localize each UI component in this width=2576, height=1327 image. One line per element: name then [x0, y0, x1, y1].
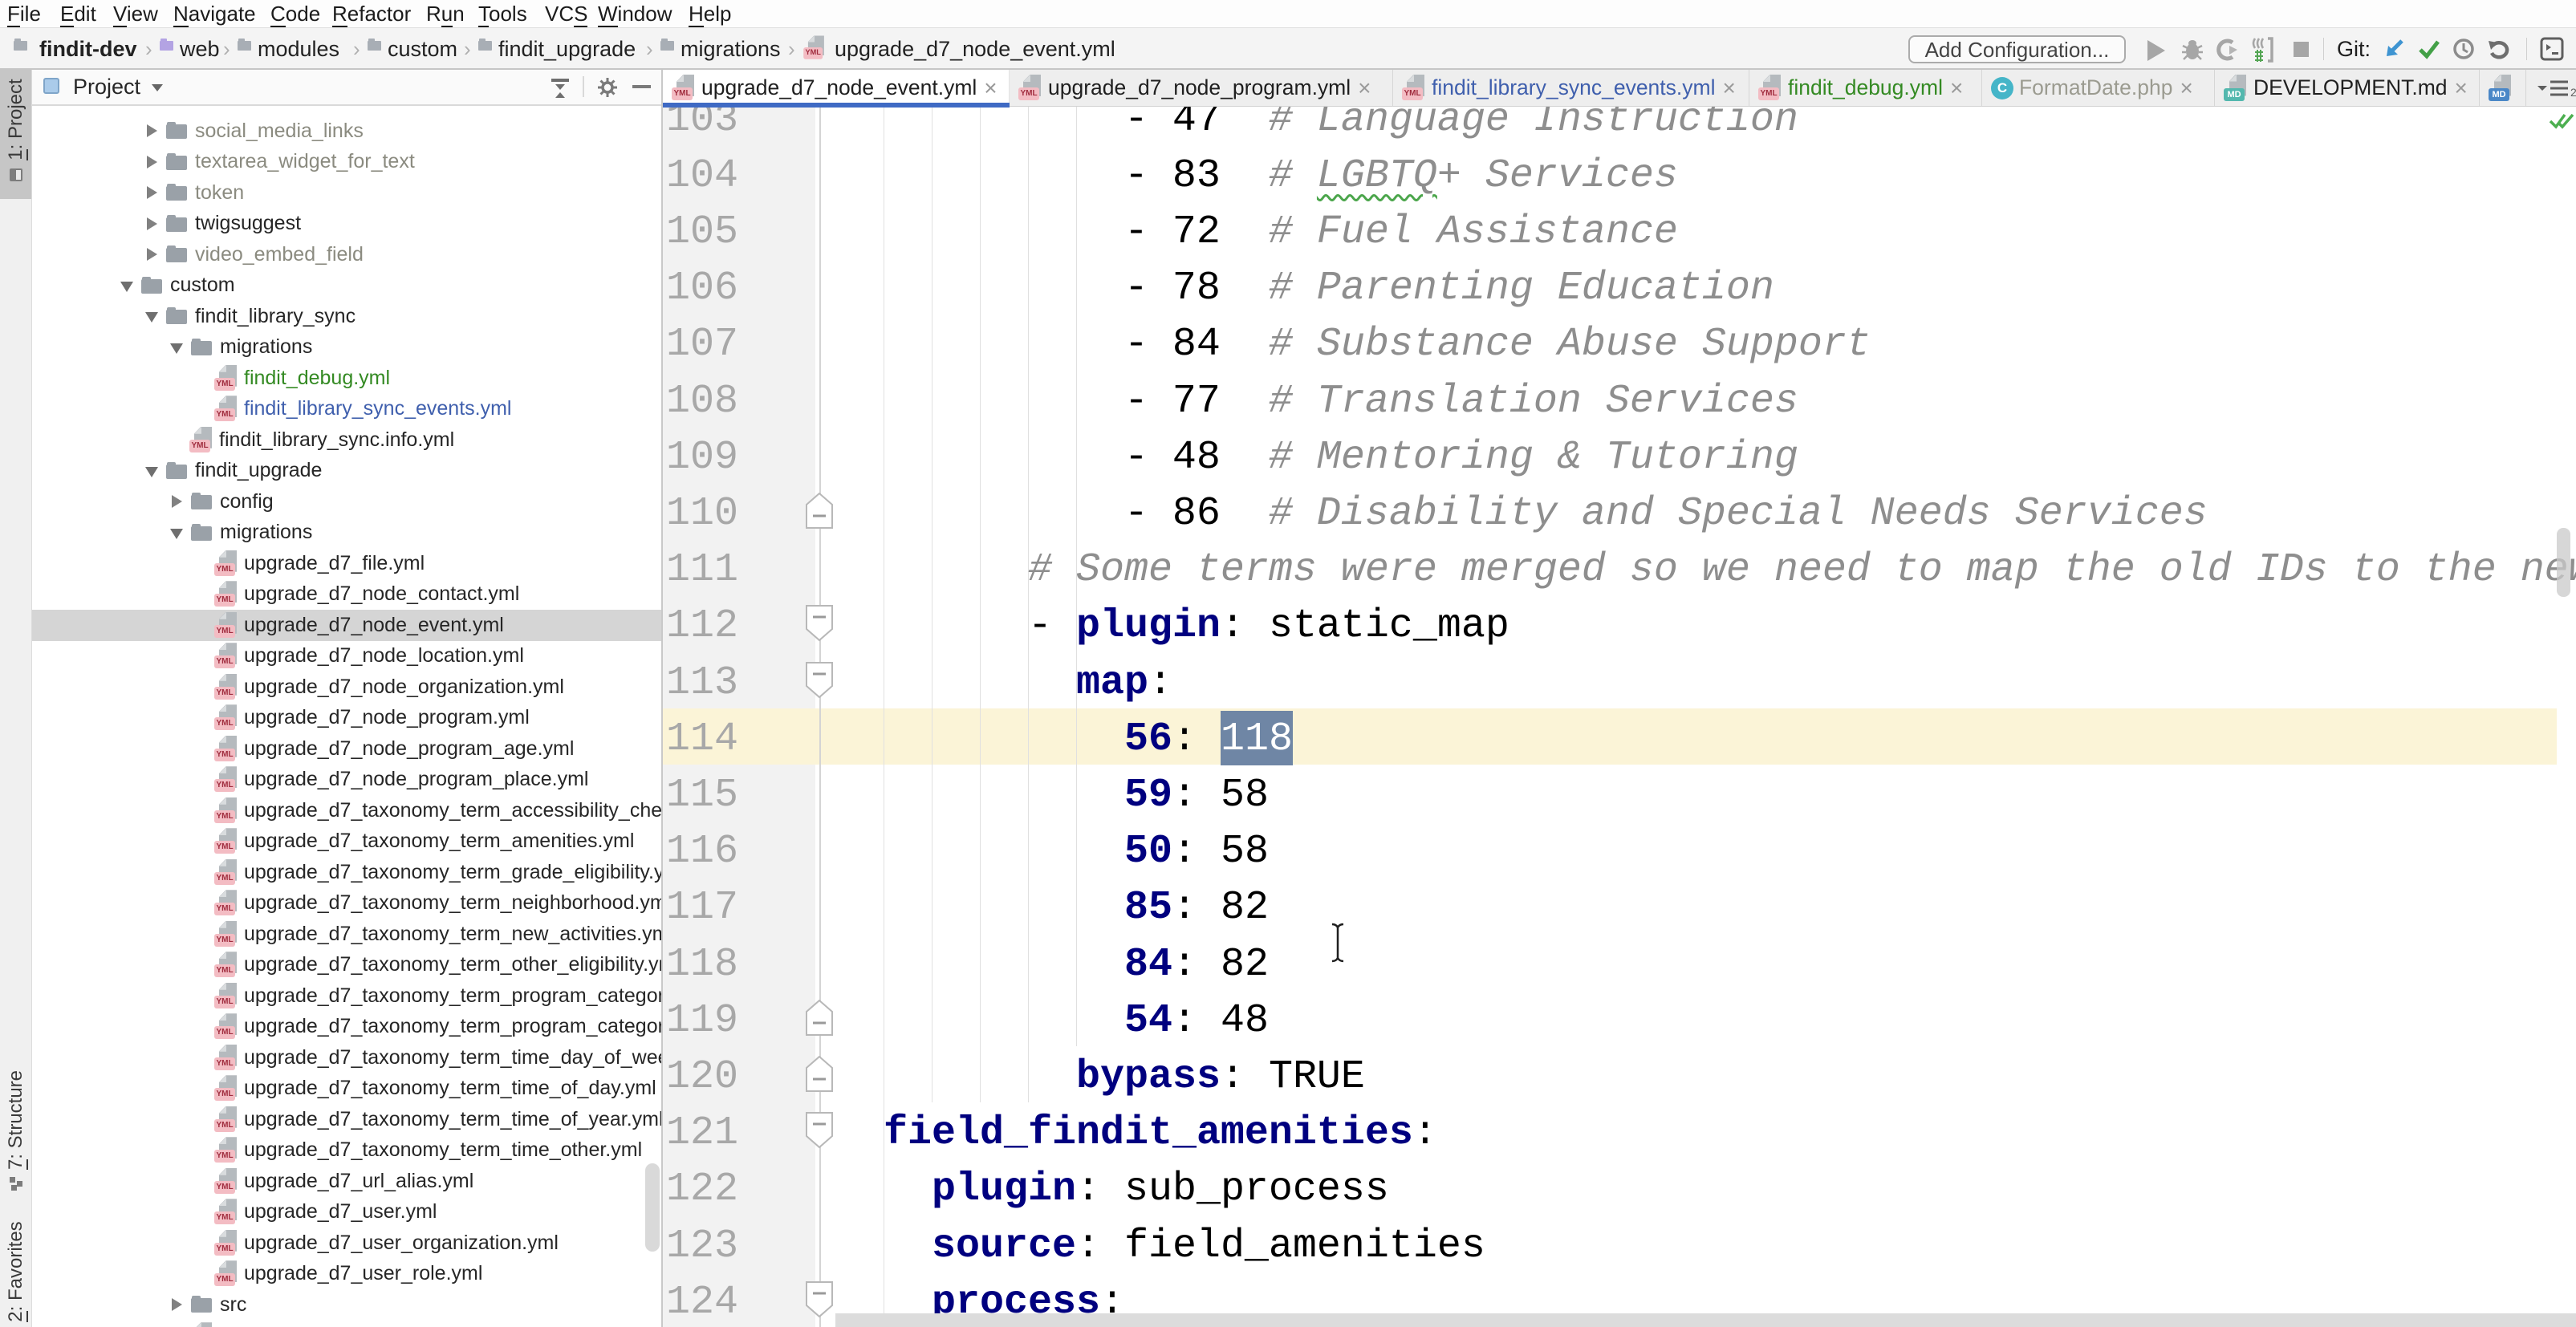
svg-text:2: 2	[2570, 86, 2576, 99]
